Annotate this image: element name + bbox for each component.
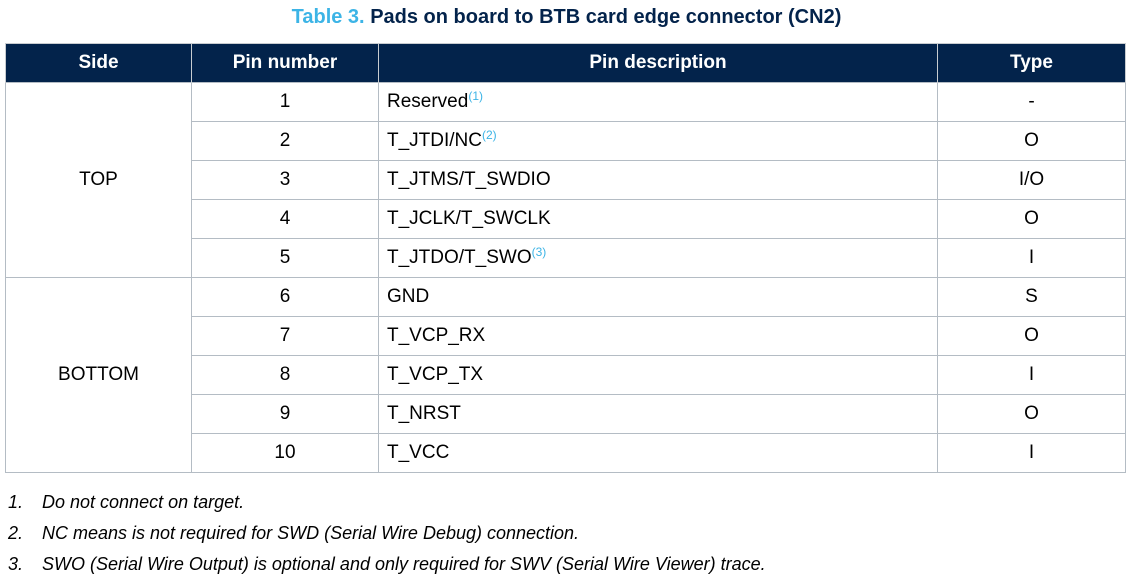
- footnote: 3. SWO (Serial Wire Output) is optional a…: [8, 549, 1128, 580]
- side-cell: BOTTOM: [5, 277, 192, 473]
- pin-number-cell: 1: [191, 82, 379, 122]
- table-row: TOP 1 Reserved(1) -: [5, 82, 1126, 278]
- pin-description-cell: Reserved(1): [378, 82, 938, 122]
- pin-table: Side Pin number Pin description Type TOP…: [5, 43, 1126, 473]
- pin-number-cell: 6: [191, 277, 379, 317]
- type-cell: -: [937, 82, 1126, 122]
- footnote: 2. NC means is not required for SWD (Seri…: [8, 518, 1128, 549]
- pin-description-cell: T_VCP_RX: [378, 316, 938, 356]
- pin-description-cell: T_VCP_TX: [378, 355, 938, 395]
- header-side: Side: [5, 43, 192, 83]
- pin-number-cell: 8: [191, 355, 379, 395]
- footnote-number: 3.: [8, 554, 24, 574]
- type-cell: O: [937, 316, 1126, 356]
- footnote-ref[interactable]: (3): [532, 245, 547, 259]
- type-cell: I: [937, 238, 1126, 278]
- pin-description-text: T_NRST: [387, 403, 461, 424]
- pin-number-cell: 3: [191, 160, 379, 200]
- type-cell: O: [937, 199, 1126, 239]
- footnote-number: 1.: [8, 492, 24, 512]
- type-cell: I: [937, 433, 1126, 473]
- table-title: Pads on board to BTB card edge connector…: [370, 6, 842, 28]
- pin-description-text: T_VCC: [387, 442, 450, 463]
- pin-description-text: T_JTDI/NC: [387, 130, 482, 151]
- type-cell: O: [937, 394, 1126, 434]
- footnote-text: NC means is not required for SWD (Serial…: [42, 523, 580, 543]
- footnote: 1. Do not connect on target.: [8, 487, 1128, 518]
- side-cell: TOP: [5, 82, 192, 278]
- header-pin-number: Pin number: [191, 43, 379, 83]
- pin-description-text: T_JCLK/T_SWCLK: [387, 208, 551, 229]
- table-caption: Table 3. Pads on board to BTB card edge …: [0, 4, 1133, 30]
- footnote-ref[interactable]: (1): [468, 89, 483, 103]
- pin-number-cell: 10: [191, 433, 379, 473]
- pin-number-cell: 2: [191, 121, 379, 161]
- pin-description-text: Reserved: [387, 91, 469, 112]
- type-cell: I/O: [937, 160, 1126, 200]
- footnotes: 1. Do not connect on target. 2. NC means is…: [8, 487, 1128, 580]
- header-type: Type: [937, 43, 1126, 83]
- pin-description-cell: T_NRST: [378, 394, 938, 434]
- pin-number-cell: 9: [191, 394, 379, 434]
- footnote-text: SWO (Serial Wire Output) is optional and…: [42, 554, 766, 574]
- pin-description-text: T_JTMS/T_SWDIO: [387, 169, 551, 190]
- pin-number-cell: 4: [191, 199, 379, 239]
- header-row: Side Pin number Pin description Type: [5, 43, 1126, 83]
- pin-description-cell: T_JTDI/NC(2): [378, 121, 938, 161]
- pin-description-text: T_JTDO/T_SWO: [387, 247, 532, 268]
- pin-description-text: T_VCP_RX: [387, 325, 486, 346]
- footnote-ref[interactable]: (2): [482, 128, 497, 142]
- header-pin-description: Pin description: [378, 43, 938, 83]
- pin-number-cell: 7: [191, 316, 379, 356]
- pin-description-text: T_VCP_TX: [387, 364, 484, 385]
- type-cell: S: [937, 277, 1126, 317]
- table-row: BOTTOM 6 GND S: [5, 277, 1126, 473]
- pin-description-cell: T_JCLK/T_SWCLK: [378, 199, 938, 239]
- table-body: TOP 1 Reserved(1) -2 T_JTDI/NC(2) O 3 T_JTMS/T_…: [5, 82, 1126, 473]
- pin-description-cell: T_JTMS/T_SWDIO: [378, 160, 938, 200]
- footnote-text: Do not connect on target.: [42, 492, 245, 512]
- pin-description-cell: T_JTDO/T_SWO(3): [378, 238, 938, 278]
- type-cell: I: [937, 355, 1126, 395]
- table-number: Table 3.: [291, 6, 365, 28]
- footnote-number: 2.: [8, 523, 24, 543]
- pin-description-text: GND: [387, 286, 430, 307]
- type-cell: O: [937, 121, 1126, 161]
- pin-description-cell: GND: [378, 277, 938, 317]
- pin-number-cell: 5: [191, 238, 379, 278]
- pin-description-cell: T_VCC: [378, 433, 938, 473]
